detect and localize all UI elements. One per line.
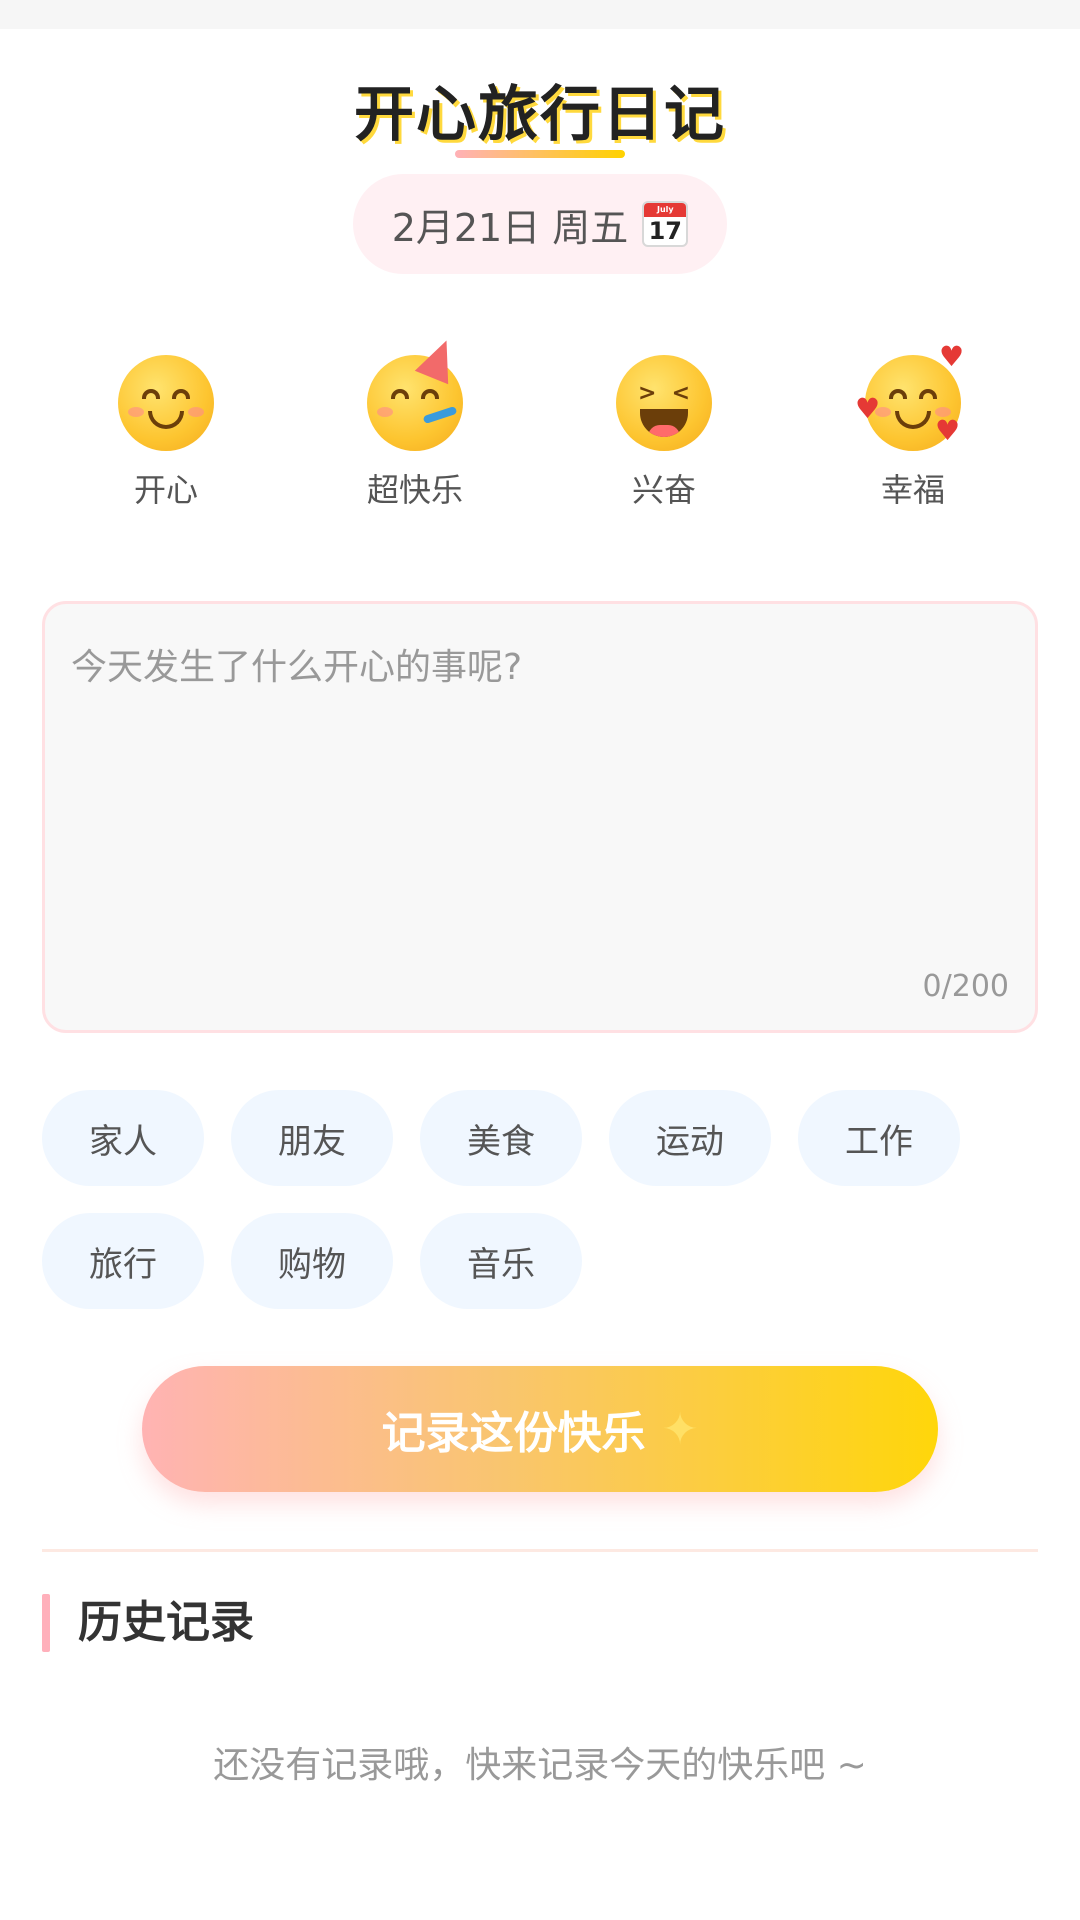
mood-selector: 开心 超快乐 > < 兴奋 ♥ ♥ ♥ 幸福 [0,333,1080,515]
diary-entry-input[interactable] [71,638,1011,958]
tag-sports[interactable]: 运动 [609,1090,771,1186]
smiling-face-icon [118,355,214,451]
record-button-label: 记录这份快乐 [381,1408,646,1459]
sparkles-icon: ✦ [661,1403,699,1455]
mood-option-super-happy[interactable]: 超快乐 [335,333,495,515]
tag-work[interactable]: 工作 [798,1090,960,1186]
date-text: 2月21日 周五 [391,205,629,250]
mood-label: 兴奋 [631,471,696,509]
tag-music[interactable]: 音乐 [420,1213,582,1309]
grinning-squint-face-icon: > < [616,355,712,451]
mood-option-happy[interactable]: 开心 [86,355,246,515]
mood-label: 超快乐 [366,471,463,509]
mood-label: 开心 [133,471,198,509]
smiling-face-hearts-icon: ♥ ♥ ♥ [855,343,964,451]
record-button[interactable]: 记录这份快乐 ✦ [142,1366,938,1492]
history-accent-bar [42,1594,50,1652]
tag-food[interactable]: 美食 [420,1090,582,1186]
title-underline [455,150,625,158]
page-title: 开心旅行日记 [354,80,726,150]
history-title: 历史记录 [78,1597,254,1648]
section-divider [42,1549,1038,1552]
diary-entry-box: 0/200 [42,601,1038,1033]
tag-shopping[interactable]: 购物 [231,1213,393,1309]
calendar-day: 17 [648,217,683,245]
diary-page: 开心旅行日记 2月21日 周五 July 17 开心 超快乐 > < 兴奋 ♥ … [0,0,1080,1920]
calendar-month: July [644,203,687,217]
party-face-icon [367,333,464,451]
calendar-icon: July 17 [642,201,689,247]
date-pill[interactable]: 2月21日 周五 July 17 [353,174,727,274]
char-counter: 0/200 [922,969,1009,1004]
tag-travel[interactable]: 旅行 [42,1213,204,1309]
history-empty-text: 还没有记录哦，快来记录今天的快乐吧 ~ [213,1745,867,1786]
mood-option-blessed[interactable]: ♥ ♥ ♥ 幸福 [833,343,993,515]
mood-label: 幸福 [880,471,945,509]
mood-option-excited[interactable]: > < 兴奋 [584,355,744,515]
tag-friends[interactable]: 朋友 [231,1090,393,1186]
tag-family[interactable]: 家人 [42,1090,204,1186]
